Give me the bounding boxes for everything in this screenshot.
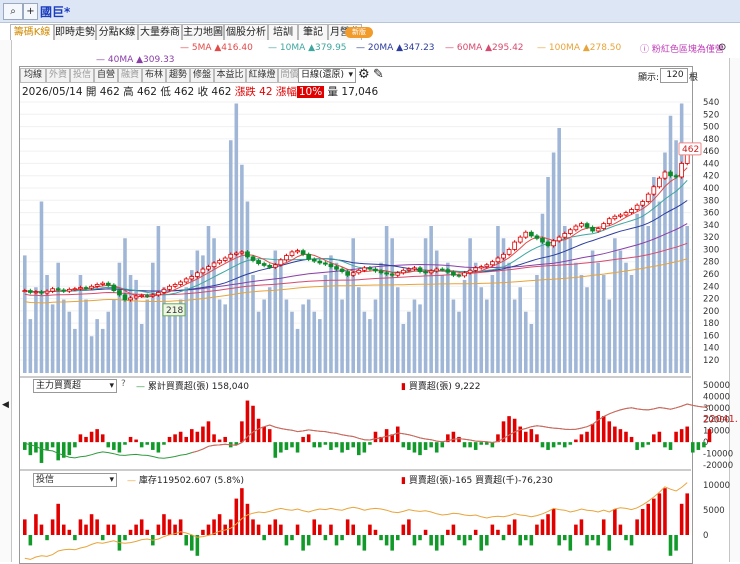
period-select[interactable]: 日線(還原) ▾ xyxy=(298,68,356,83)
price-axis-label: 320 xyxy=(703,233,719,243)
ma-legend-item: — 10MA ▲379.95 xyxy=(268,43,347,53)
price-axis-label: 120 xyxy=(703,356,719,366)
quote-low: 低 462 xyxy=(160,86,195,98)
tab-3[interactable]: 大量券商 xyxy=(138,24,182,40)
toolbar-button[interactable]: 均線 xyxy=(20,68,46,83)
price-axis-label: 160 xyxy=(703,331,719,341)
ma-legend-item: — 5MA ▲416.40 xyxy=(180,43,253,53)
inst-net-bar xyxy=(702,442,706,448)
price-axis-label: 360 xyxy=(703,209,719,219)
panel2-legend-cumulative: — 累計買賣超(張) 158,040 xyxy=(136,382,249,392)
price-axis-label: 420 xyxy=(703,172,719,182)
display-unit: 根 xyxy=(689,73,699,83)
price-axis-label: 480 xyxy=(703,135,719,145)
toolbar-button[interactable]: 融資 xyxy=(118,68,142,83)
quote-line: 2026/05/14 開 462 高 462 低 462 收 462 漲跌 42… xyxy=(22,84,378,99)
panel3-axis-label: 0 xyxy=(703,531,708,541)
quote-change-pct-label: 漲幅 xyxy=(275,86,297,98)
magnifier-icon: ⌕ xyxy=(10,6,16,17)
top-bar: ⌕ + 國巨* xyxy=(0,0,740,23)
panel3-legend-net: ▮ 買賣超(張)-165 買賣超(千)-76,230 xyxy=(401,476,553,486)
chevron-down-icon: ▾ xyxy=(348,70,353,80)
toolbar-button[interactable]: 外資 xyxy=(46,68,70,83)
stock-name[interactable]: 國巨* xyxy=(40,3,70,20)
panel2-axis-label: 10000 xyxy=(703,427,730,437)
ma-legend-item: — 40MA ▲309.33 xyxy=(96,55,175,65)
panel2-indicator-select[interactable]: 主力買賣超 ▾ xyxy=(33,379,117,393)
toolbar-button[interactable]: 趨勢 xyxy=(166,68,190,83)
price-axis-label: 140 xyxy=(703,344,719,354)
price-axis-label: 280 xyxy=(703,258,719,268)
info-circle-icon: ⓘ xyxy=(640,45,650,55)
collapse-left-icon[interactable]: ◀ xyxy=(2,400,9,410)
left-collapse-bar[interactable]: ◀ xyxy=(0,40,12,562)
display-count-input[interactable]: 120 xyxy=(660,68,688,83)
quote-change-pct: 10% xyxy=(296,86,325,98)
panel2-axis-label: 40000 xyxy=(703,392,730,402)
toolbar-button[interactable]: 紅綠燈 xyxy=(246,68,278,83)
price-axis-label: 380 xyxy=(703,196,719,206)
toolbar-button[interactable]: 自營 xyxy=(94,68,118,83)
price-axis-label: 400 xyxy=(703,184,719,194)
price-axis-label: 200 xyxy=(703,307,719,317)
tab-5[interactable]: 個股分析 xyxy=(224,24,268,40)
tab-6[interactable]: 培訓 xyxy=(268,24,298,40)
quote-high: 高 462 xyxy=(123,86,157,98)
hint-text: ⓘ 粉紅色區塊為僅營 xyxy=(640,45,724,55)
zoom-button[interactable]: ⌕ xyxy=(3,3,23,20)
toolbar-button[interactable]: 修盤 xyxy=(190,68,214,83)
new-badge: 新版 xyxy=(345,27,373,38)
help-icon[interactable]: ? xyxy=(121,379,126,389)
inst-net-bar xyxy=(707,429,712,443)
price-axis-label: 240 xyxy=(703,282,719,292)
add-button[interactable]: + xyxy=(23,3,38,20)
price-axis-label: 300 xyxy=(703,245,719,255)
panel3-indicator-select[interactable]: 投信 ▾ xyxy=(33,473,117,487)
panel2-value-tag: 22041. xyxy=(703,414,738,425)
chart-frame xyxy=(19,66,693,564)
quote-date: 2026/05/14 xyxy=(22,86,83,98)
quote-change: 漲跌 42 xyxy=(234,86,273,98)
price-axis-label: 520 xyxy=(703,110,719,120)
price-axis-label: 340 xyxy=(703,221,719,231)
price-axis-label: 260 xyxy=(703,270,719,280)
tab-4[interactable]: 主力地圖 xyxy=(182,24,224,40)
panel2-axis-label: 30000 xyxy=(703,404,730,414)
chevron-down-icon: ▾ xyxy=(109,381,114,391)
price-axis-label: 220 xyxy=(703,295,719,305)
panel3-legend-inventory: — 庫存119502.607 (5.8%) xyxy=(127,476,245,486)
tab-7[interactable]: 筆記 xyxy=(298,24,328,40)
display-label: 顯示: xyxy=(638,73,660,83)
tab-2[interactable]: 分點K線 xyxy=(96,24,138,40)
price-axis-label: 460 xyxy=(703,147,719,157)
chevron-down-icon: ▾ xyxy=(109,475,114,485)
inst-net-bar xyxy=(696,442,701,450)
price-axis-label: 540 xyxy=(703,98,719,108)
right-scrollbar[interactable] xyxy=(729,58,740,562)
tab-0[interactable]: 籌碼K線 xyxy=(10,24,54,40)
panel2-axis-label: 0 xyxy=(703,438,708,448)
toolbar-button[interactable]: 布林 xyxy=(142,68,166,83)
ma-legend-item: — 60MA ▲295.42 xyxy=(445,43,524,53)
panel3-axis-label: 5000 xyxy=(703,506,725,516)
tab-1[interactable]: 即時走勢 xyxy=(54,24,96,40)
toolbar-button[interactable]: 本益比 xyxy=(214,68,246,83)
pin-icon[interactable]: ⊙ xyxy=(718,42,726,53)
pen-icon[interactable]: ✎ xyxy=(373,67,384,82)
quote-close: 收 462 xyxy=(197,86,232,98)
quote-open: 開 462 xyxy=(85,86,120,98)
gear-icon[interactable]: ⚙ xyxy=(358,67,370,82)
panel2-axis-label: 50000 xyxy=(703,381,730,391)
ma-legend-item: — 100MA ▲278.50 xyxy=(537,43,622,53)
price-axis-label: 180 xyxy=(703,319,719,329)
panel3-axis-label: 10000 xyxy=(703,481,730,491)
toolbar-button[interactable]: 投信 xyxy=(70,68,94,83)
panel2-legend-net: ▮ 買賣超(張) 9,222 xyxy=(401,382,481,392)
ma-legend-item: — 20MA ▲347.23 xyxy=(356,43,435,53)
quote-volume: 量 17,046 xyxy=(327,86,379,98)
price-axis-label: 440 xyxy=(703,159,719,169)
price-axis-label: 500 xyxy=(703,123,719,133)
